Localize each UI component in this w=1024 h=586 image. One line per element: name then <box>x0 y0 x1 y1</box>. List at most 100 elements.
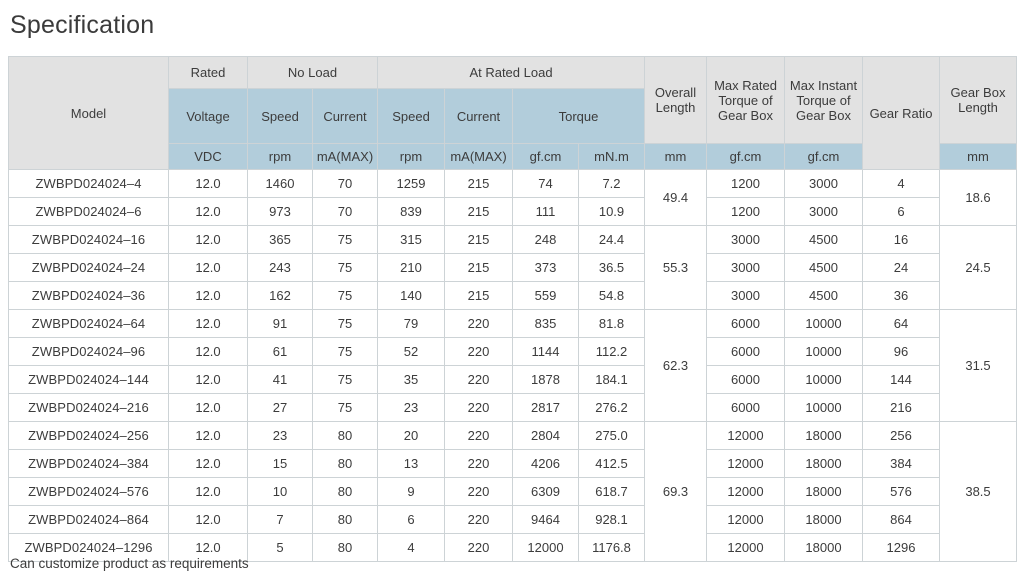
cell-rated-load-speed: 210 <box>378 254 445 282</box>
cell-gear-ratio: 16 <box>863 226 940 254</box>
cell-max-instant-torque: 18000 <box>785 478 863 506</box>
cell-rated-load-current: 220 <box>445 422 513 450</box>
cell-gear-box-length: 24.5 <box>940 226 1017 310</box>
cell-gear-ratio: 144 <box>863 366 940 394</box>
cell-max-instant-torque: 10000 <box>785 310 863 338</box>
cell-rated-load-speed: 9 <box>378 478 445 506</box>
cell-no-load-current: 80 <box>313 534 378 562</box>
cell-voltage: 12.0 <box>169 282 248 310</box>
cell-no-load-current: 75 <box>313 282 378 310</box>
cell-max-instant-torque: 10000 <box>785 366 863 394</box>
cell-voltage: 12.0 <box>169 338 248 366</box>
cell-model: ZWBPD024024–384 <box>9 450 169 478</box>
footnote: Can customize product as requirements <box>10 556 249 571</box>
cell-max-rated-torque: 6000 <box>707 366 785 394</box>
cell-rated-load-speed: 23 <box>378 394 445 422</box>
cell-rated-load-speed: 6 <box>378 506 445 534</box>
cell-no-load-current: 75 <box>313 394 378 422</box>
unit-max-instant-torque: gf.cm <box>785 144 863 170</box>
cell-torque-gfcm: 2804 <box>513 422 579 450</box>
unit-no-load-speed: rpm <box>248 144 313 170</box>
cell-torque-mnm: 928.1 <box>579 506 645 534</box>
cell-max-instant-torque: 3000 <box>785 198 863 226</box>
cell-no-load-current: 80 <box>313 422 378 450</box>
cell-max-rated-torque: 12000 <box>707 534 785 562</box>
cell-model: ZWBPD024024–216 <box>9 394 169 422</box>
cell-rated-load-current: 215 <box>445 226 513 254</box>
header-voltage: Voltage <box>169 89 248 144</box>
header-no-load-speed: Speed <box>248 89 313 144</box>
cell-voltage: 12.0 <box>169 366 248 394</box>
cell-rated-load-speed: 1259 <box>378 170 445 198</box>
cell-model: ZWBPD024024–4 <box>9 170 169 198</box>
cell-gear-ratio: 96 <box>863 338 940 366</box>
table-row: ZWBPD024024–25612.02380202202804275.069.… <box>9 422 1017 450</box>
cell-no-load-speed: 61 <box>248 338 313 366</box>
cell-torque-gfcm: 1878 <box>513 366 579 394</box>
cell-max-rated-torque: 6000 <box>707 338 785 366</box>
cell-model: ZWBPD024024–576 <box>9 478 169 506</box>
cell-gear-ratio: 256 <box>863 422 940 450</box>
specification-table: Model Rated No Load At Rated Load Overal… <box>8 56 1017 562</box>
cell-gear-box-length: 38.5 <box>940 422 1017 562</box>
cell-rated-load-current: 220 <box>445 478 513 506</box>
cell-max-rated-torque: 6000 <box>707 310 785 338</box>
cell-max-rated-torque: 1200 <box>707 198 785 226</box>
cell-max-instant-torque: 4500 <box>785 226 863 254</box>
table-body: ZWBPD024024–412.01460701259215747.249.41… <box>9 170 1017 562</box>
unit-overall-length: mm <box>645 144 707 170</box>
cell-max-rated-torque: 12000 <box>707 422 785 450</box>
unit-rated-load-speed: rpm <box>378 144 445 170</box>
cell-voltage: 12.0 <box>169 506 248 534</box>
cell-no-load-current: 80 <box>313 506 378 534</box>
cell-no-load-speed: 27 <box>248 394 313 422</box>
unit-torque-gfcm: gf.cm <box>513 144 579 170</box>
cell-torque-mnm: 10.9 <box>579 198 645 226</box>
header-rated-load-current: Current <box>445 89 513 144</box>
cell-no-load-current: 75 <box>313 254 378 282</box>
cell-model: ZWBPD024024–64 <box>9 310 169 338</box>
cell-gear-ratio: 864 <box>863 506 940 534</box>
cell-model: ZWBPD024024–6 <box>9 198 169 226</box>
cell-model: ZWBPD024024–16 <box>9 226 169 254</box>
cell-rated-load-current: 220 <box>445 534 513 562</box>
cell-gear-ratio: 384 <box>863 450 940 478</box>
table-row: ZWBPD024024–21612.02775232202817276.2600… <box>9 394 1017 422</box>
cell-torque-gfcm: 2817 <box>513 394 579 422</box>
cell-voltage: 12.0 <box>169 170 248 198</box>
cell-torque-gfcm: 4206 <box>513 450 579 478</box>
cell-rated-load-speed: 4 <box>378 534 445 562</box>
header-gear-ratio: Gear Ratio <box>863 57 940 170</box>
table-row: ZWBPD024024–1612.03657531521524824.455.3… <box>9 226 1017 254</box>
table-row: ZWBPD024024–14412.04175352201878184.1600… <box>9 366 1017 394</box>
cell-overall-length: 69.3 <box>645 422 707 562</box>
header-max-instant-torque: Max Instant Torque of Gear Box <box>785 57 863 144</box>
cell-rated-load-current: 215 <box>445 170 513 198</box>
cell-voltage: 12.0 <box>169 310 248 338</box>
cell-gear-ratio: 24 <box>863 254 940 282</box>
cell-overall-length: 55.3 <box>645 226 707 310</box>
cell-model: ZWBPD024024–144 <box>9 366 169 394</box>
cell-no-load-speed: 10 <box>248 478 313 506</box>
cell-no-load-speed: 162 <box>248 282 313 310</box>
cell-no-load-speed: 41 <box>248 366 313 394</box>
table-row: ZWBPD024024–612.09737083921511110.912003… <box>9 198 1017 226</box>
table-row: ZWBPD024024–57612.0108092206309618.71200… <box>9 478 1017 506</box>
cell-torque-mnm: 36.5 <box>579 254 645 282</box>
cell-voltage: 12.0 <box>169 478 248 506</box>
header-model: Model <box>9 57 169 170</box>
cell-voltage: 12.0 <box>169 226 248 254</box>
cell-no-load-current: 75 <box>313 226 378 254</box>
header-max-rated-torque: Max Rated Torque of Gear Box <box>707 57 785 144</box>
cell-torque-gfcm: 1144 <box>513 338 579 366</box>
header-rated-load-speed: Speed <box>378 89 445 144</box>
cell-gear-ratio: 216 <box>863 394 940 422</box>
cell-max-rated-torque: 6000 <box>707 394 785 422</box>
cell-torque-mnm: 112.2 <box>579 338 645 366</box>
cell-no-load-speed: 973 <box>248 198 313 226</box>
cell-max-instant-torque: 10000 <box>785 338 863 366</box>
cell-torque-mnm: 184.1 <box>579 366 645 394</box>
unit-no-load-current: mA(MAX) <box>313 144 378 170</box>
cell-rated-load-current: 215 <box>445 198 513 226</box>
header-no-load-current: Current <box>313 89 378 144</box>
